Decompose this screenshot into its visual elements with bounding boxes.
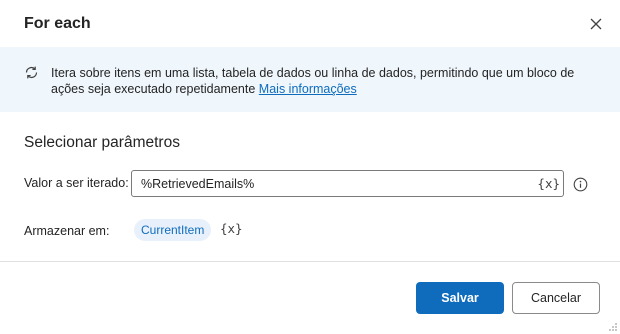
for-each-dialog: For each Itera sobre itens em uma lista,… <box>0 0 620 334</box>
cancel-button[interactable]: Cancelar <box>512 282 600 314</box>
info-banner: Itera sobre itens em uma lista, tabela d… <box>0 47 620 112</box>
iterate-value-input[interactable]: %RetrievedEmails% {x} <box>131 170 564 197</box>
close-icon <box>590 18 602 30</box>
info-description: Itera sobre itens em uma lista, tabela d… <box>51 65 601 97</box>
iterate-value: %RetrievedEmails% <box>141 177 255 191</box>
save-button[interactable]: Salvar <box>416 282 504 314</box>
variable-chip-current-item[interactable]: CurrentItem <box>134 219 212 241</box>
dialog-title: For each <box>24 15 91 32</box>
variable-picker-button[interactable]: {x} <box>537 176 560 191</box>
iterate-label: Valor a ser iterado: <box>24 176 129 190</box>
store-variable-picker-button[interactable]: {x} <box>220 221 243 236</box>
section-title: Selecionar parâmetros <box>24 134 180 151</box>
more-info-link[interactable]: Mais informações <box>259 82 357 96</box>
info-circle-icon[interactable] <box>573 177 588 192</box>
footer-divider <box>0 261 620 262</box>
resize-grip-icon[interactable] <box>606 320 618 332</box>
store-label: Armazenar em: <box>24 224 110 238</box>
close-button[interactable] <box>584 12 608 36</box>
loop-icon <box>25 66 38 79</box>
